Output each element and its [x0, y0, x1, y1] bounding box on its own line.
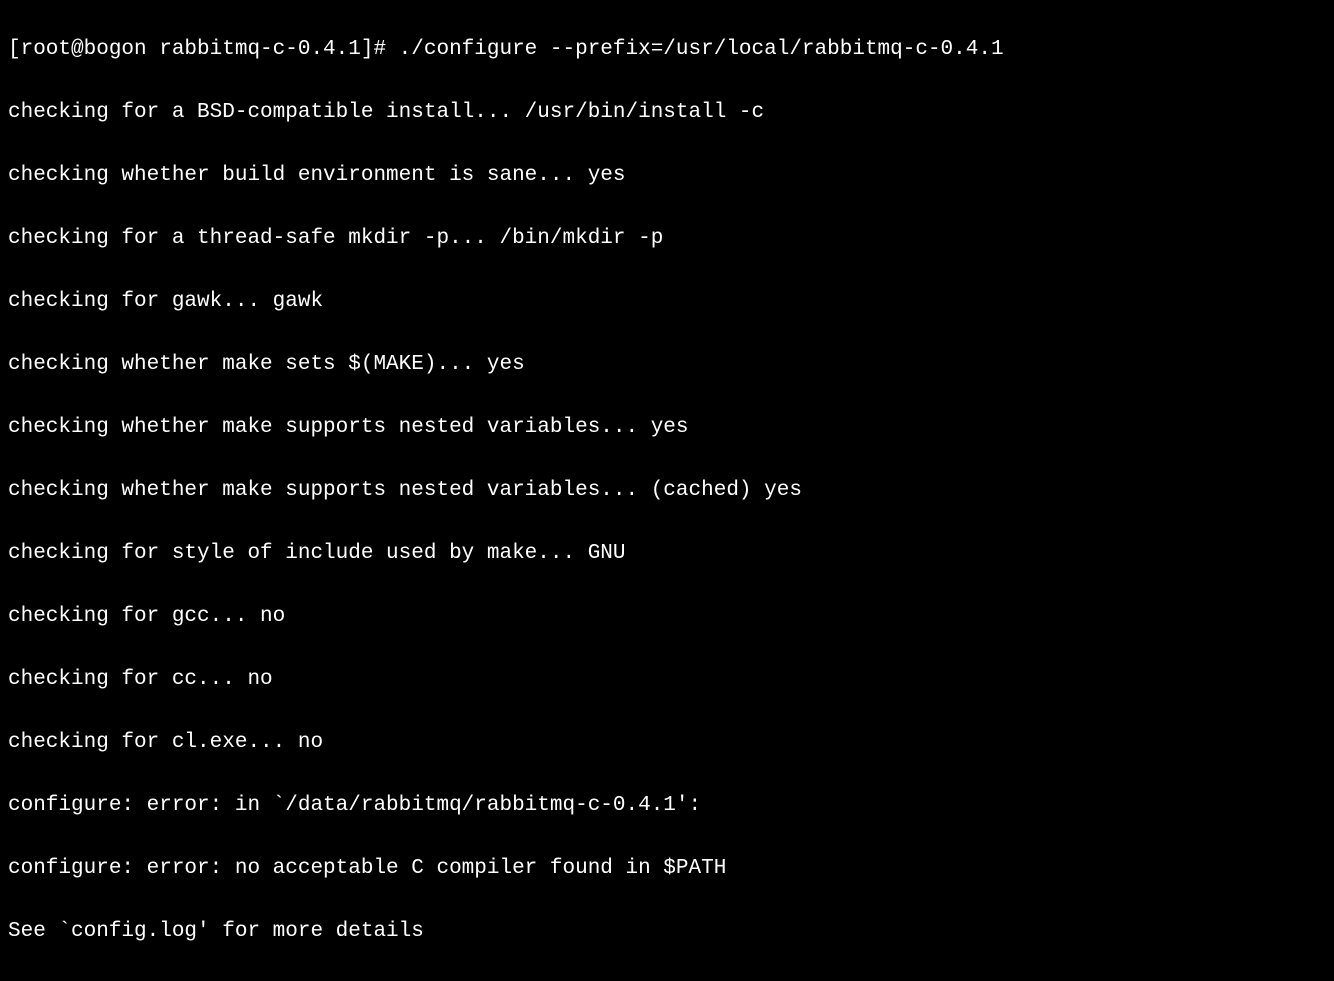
terminal-line: checking for a thread-safe mkdir -p... /…	[8, 223, 1326, 255]
terminal-output[interactable]: [root@bogon rabbitmq-c-0.4.1]# ./configu…	[0, 0, 1334, 981]
terminal-line: checking whether make supports nested va…	[8, 475, 1326, 507]
terminal-line: checking whether make sets $(MAKE)... ye…	[8, 349, 1326, 381]
terminal-line: checking for style of include used by ma…	[8, 538, 1326, 570]
terminal-line: checking whether make supports nested va…	[8, 412, 1326, 444]
terminal-line: checking whether build environment is sa…	[8, 160, 1326, 192]
terminal-line: checking for cc... no	[8, 664, 1326, 696]
terminal-line: checking for a BSD-compatible install...…	[8, 97, 1326, 129]
terminal-line: configure: error: no acceptable C compil…	[8, 853, 1326, 885]
terminal-line: See `config.log' for more details	[8, 916, 1326, 948]
terminal-line: configure: error: in `/data/rabbitmq/rab…	[8, 790, 1326, 822]
terminal-line: checking for gcc... no	[8, 601, 1326, 633]
terminal-line: checking for gawk... gawk	[8, 286, 1326, 318]
terminal-line: [root@bogon rabbitmq-c-0.4.1]# ./configu…	[8, 34, 1326, 66]
terminal-line: checking for cl.exe... no	[8, 727, 1326, 759]
